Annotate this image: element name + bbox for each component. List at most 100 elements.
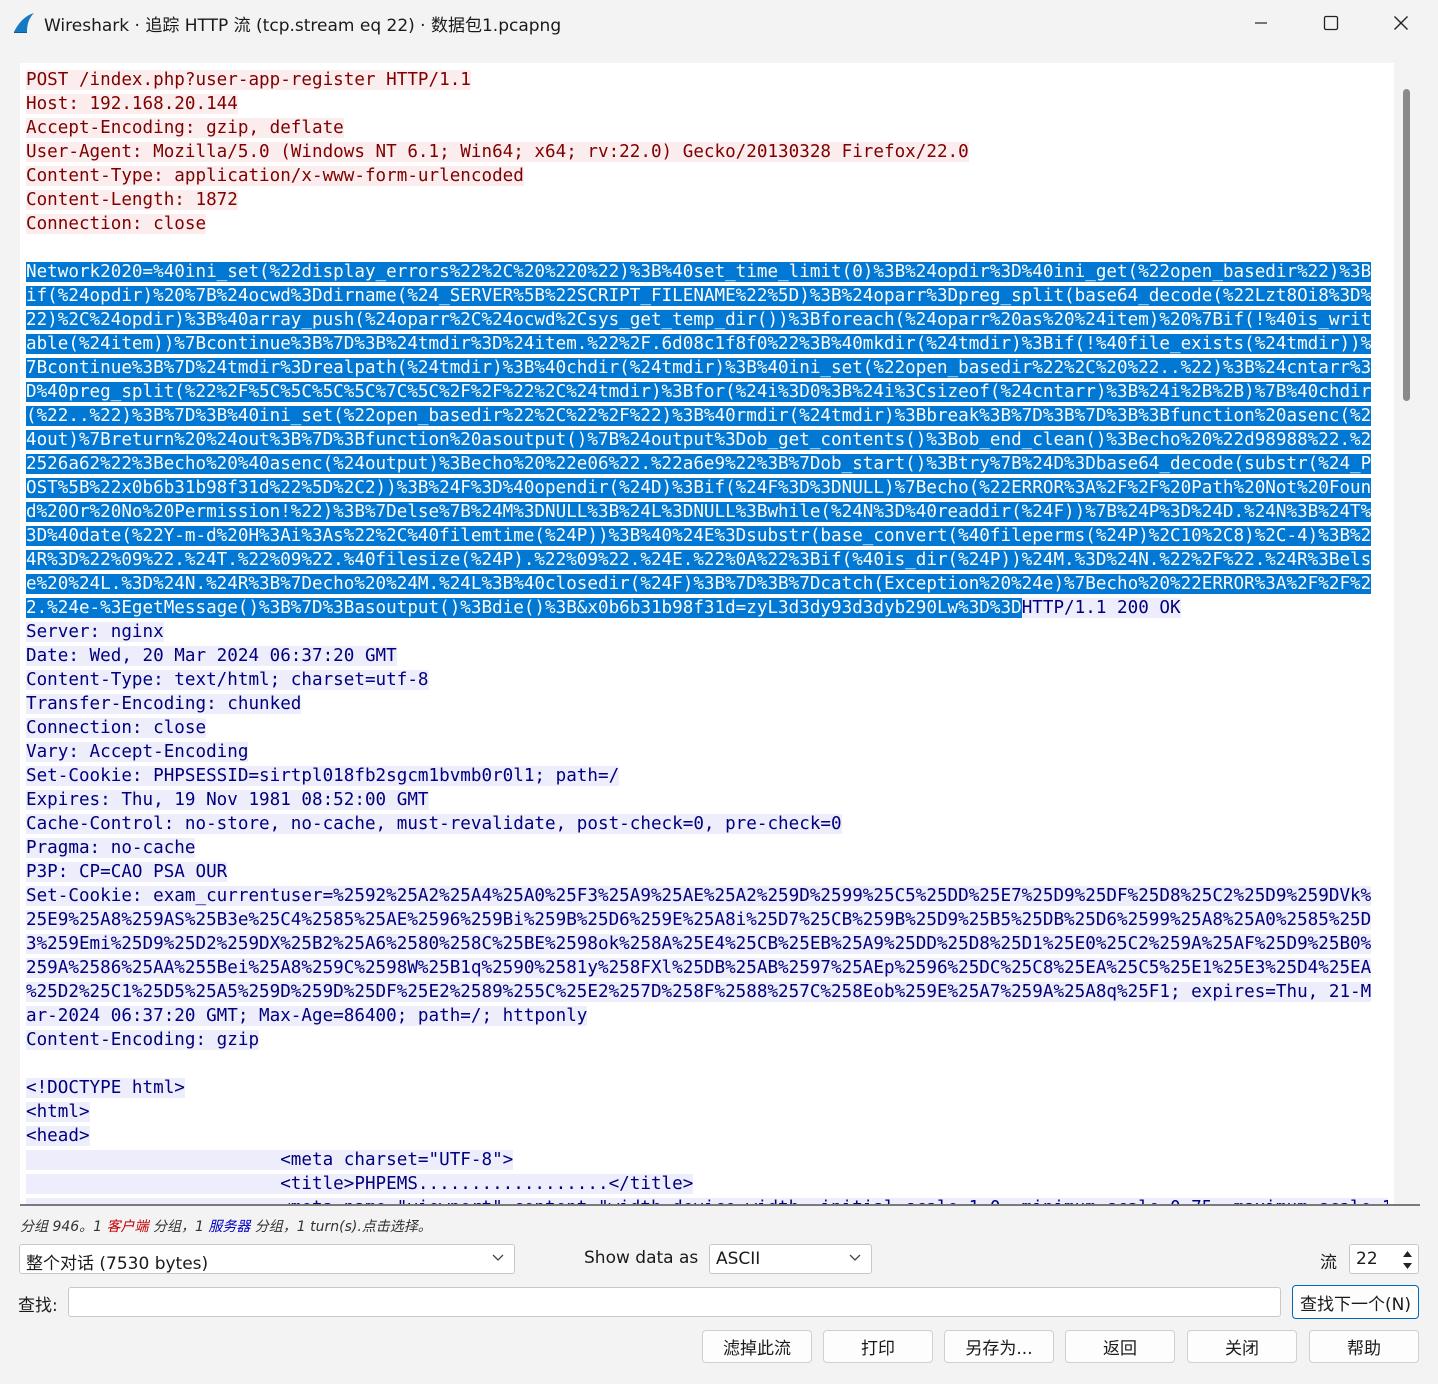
stream-line[interactable]: Set-Cookie: PHPSESSID=sirtpl018fb2sgcm1b… <box>26 764 1388 788</box>
stream-line[interactable]: ar-2024 06:37:20 GMT; Max-Age=86400; pat… <box>26 1004 1388 1028</box>
server-text[interactable]: Content-Encoding: gzip <box>26 1030 260 1050</box>
stream-line[interactable]: POST /index.php?user-app-register HTTP/1… <box>26 68 1388 92</box>
conversation-select[interactable]: 整个对话 (7530 bytes) <box>19 1244 515 1274</box>
help-button[interactable]: 帮助 <box>1309 1330 1419 1363</box>
server-text[interactable]: Transfer-Encoding: chunked <box>26 694 302 714</box>
server-text[interactable]: Set-Cookie: PHPSESSID=sirtpl018fb2sgcm1b… <box>26 766 620 786</box>
server-text[interactable]: HTTP/1.1 200 OK <box>1021 598 1181 618</box>
stream-line[interactable]: Vary: Accept-Encoding <box>26 740 1388 764</box>
data-format-select[interactable]: ASCII <box>709 1244 872 1274</box>
close-window-button[interactable] <box>1366 0 1436 46</box>
client-text[interactable]: Connection: close <box>26 214 207 234</box>
stream-line[interactable]: <html> <box>26 1100 1388 1124</box>
stream-line[interactable]: Content-Length: 1872 <box>26 188 1388 212</box>
stream-line[interactable]: 7Bcontinue%3B%7D%24tmdir%3Drealpath(%24t… <box>26 356 1388 380</box>
client-text[interactable]: User-Agent: Mozilla/5.0 (Windows NT 6.1;… <box>26 142 969 162</box>
stream-content-view[interactable]: POST /index.php?user-app-register HTTP/1… <box>20 63 1420 1205</box>
server-text[interactable]: <!DOCTYPE html> <box>26 1078 185 1098</box>
selected-text[interactable]: OST%5B%22x0b6b31b98f31d%22%5D%2C2))%3B%2… <box>26 478 1372 498</box>
stream-line[interactable]: <meta charset="UTF-8"> <box>26 1148 1388 1172</box>
filter-out-stream-button[interactable]: 滤掉此流 <box>702 1330 812 1363</box>
selected-text[interactable]: 4R%3D%22%09%22.%24T.%22%09%22.%40filesiz… <box>26 550 1372 570</box>
stream-line[interactable]: 3D%40date(%22Y-m-d%20H%3Ai%3As%22%2C%40f… <box>26 524 1388 548</box>
stream-line[interactable]: Connection: close <box>26 716 1388 740</box>
server-text[interactable]: Connection: close <box>26 718 207 738</box>
stream-line[interactable]: Accept-Encoding: gzip, deflate <box>26 116 1388 140</box>
stream-line[interactable]: <head> <box>26 1124 1388 1148</box>
server-text[interactable]: Set-Cookie: exam_currentuser=%2592%25A2%… <box>26 886 1372 906</box>
selected-text[interactable]: 3D%40date(%22Y-m-d%20H%3Ai%3As%22%2C%40f… <box>26 526 1372 546</box>
maximize-button[interactable] <box>1296 0 1366 46</box>
stream-line[interactable]: Content-Encoding: gzip <box>26 1028 1388 1052</box>
selected-text[interactable]: Network2020=%40ini_set(%22display_errors… <box>26 262 1372 282</box>
server-text[interactable]: <meta charset="UTF-8"> <box>26 1150 514 1170</box>
stream-line[interactable] <box>26 236 1388 260</box>
server-text[interactable]: ar-2024 06:37:20 GMT; Max-Age=86400; pat… <box>26 1006 588 1026</box>
stream-line[interactable]: Network2020=%40ini_set(%22display_errors… <box>26 260 1388 284</box>
stream-line[interactable]: (%22..%22)%3B%7D%3B%40ini_set(%22open_ba… <box>26 404 1388 428</box>
stream-line[interactable]: <!DOCTYPE html> <box>26 1076 1388 1100</box>
selected-text[interactable]: (%22..%22)%3B%7D%3B%40ini_set(%22open_ba… <box>26 406 1372 426</box>
stream-line[interactable]: Server: nginx <box>26 620 1388 644</box>
stream-line[interactable]: 22)%2C%24opdir)%3B%40array_push(%24oparr… <box>26 308 1388 332</box>
selected-text[interactable]: 7Bcontinue%3B%7D%24tmdir%3Drealpath(%24t… <box>26 358 1372 378</box>
selected-text[interactable]: 4out)%7Breturn%20%24out%3B%7D%3Bfunction… <box>26 430 1372 450</box>
selected-text[interactable]: D%40preg_split(%22%2F%5C%5C%5C%5C%7C%5C%… <box>26 382 1372 402</box>
stream-line[interactable]: 4R%3D%22%09%22.%24T.%22%09%22.%40filesiz… <box>26 548 1388 572</box>
stream-line[interactable]: Connection: close <box>26 212 1388 236</box>
server-text[interactable]: %25D2%25C1%25D5%25A5%259D%259D%25DF%25E2… <box>26 982 1372 1002</box>
status-client-label[interactable]: 客户端 <box>107 1219 149 1235</box>
stream-line[interactable]: Host: 192.168.20.144 <box>26 92 1388 116</box>
stream-line[interactable]: OST%5B%22x0b6b31b98f31d%22%5D%2C2))%3B%2… <box>26 476 1388 500</box>
stream-line[interactable]: Transfer-Encoding: chunked <box>26 692 1388 716</box>
server-text[interactable]: <head> <box>26 1126 90 1146</box>
spin-up-button[interactable] <box>1400 1248 1414 1259</box>
server-text[interactable]: Cache-Control: no-store, no-cache, must-… <box>26 814 842 834</box>
server-text[interactable]: 259A%2586%25AA%255Bei%25A8%259C%2598W%25… <box>26 958 1372 978</box>
selected-text[interactable]: if(%24opdir)%20%7B%24ocwd%3Ddirname(%24_… <box>26 286 1372 306</box>
minimize-button[interactable] <box>1226 0 1296 46</box>
stream-line[interactable]: %25D2%25C1%25D5%25A5%259D%259D%25DF%25E2… <box>26 980 1388 1004</box>
server-text[interactable]: Pragma: no-cache <box>26 838 196 858</box>
server-text[interactable]: P3P: CP=CAO PSA OUR <box>26 862 228 882</box>
server-text[interactable]: Date: Wed, 20 Mar 2024 06:37:20 GMT <box>26 646 397 666</box>
client-text[interactable]: Content-Type: application/x-www-form-url… <box>26 166 524 186</box>
server-text[interactable]: Expires: Thu, 19 Nov 1981 08:52:00 GMT <box>26 790 429 810</box>
stream-line[interactable]: Cache-Control: no-store, no-cache, must-… <box>26 812 1388 836</box>
find-next-button[interactable]: 查找下一个(N) <box>1292 1285 1419 1319</box>
stream-line[interactable]: Pragma: no-cache <box>26 836 1388 860</box>
client-text[interactable]: Accept-Encoding: gzip, deflate <box>26 118 344 138</box>
stream-line[interactable]: User-Agent: Mozilla/5.0 (Windows NT 6.1;… <box>26 140 1388 164</box>
server-text[interactable]: <title>PHPEMS..................</title> <box>26 1174 694 1194</box>
server-text[interactable]: Content-Type: text/html; charset=utf-8 <box>26 670 429 690</box>
client-text[interactable]: Host: 192.168.20.144 <box>26 94 238 114</box>
stream-line[interactable]: D%40preg_split(%22%2F%5C%5C%5C%5C%7C%5C%… <box>26 380 1388 404</box>
save-as-button[interactable]: 另存为... <box>944 1330 1054 1363</box>
vertical-scrollbar[interactable] <box>1394 63 1420 1205</box>
selected-text[interactable]: 2526a62%22%3Becho%20%40asenc(%24output)%… <box>26 454 1372 474</box>
stream-number-spinbox[interactable]: 22 <box>1349 1244 1419 1274</box>
stream-line[interactable]: Set-Cookie: exam_currentuser=%2592%25A2%… <box>26 884 1388 908</box>
selected-text[interactable]: 22)%2C%24opdir)%3B%40array_push(%24oparr… <box>26 310 1372 330</box>
server-text[interactable]: <html> <box>26 1102 90 1122</box>
selected-text[interactable]: 2.%24e-%3EgetMessage()%3B%7D%3Basoutput(… <box>26 598 1022 618</box>
close-button[interactable]: 关闭 <box>1187 1330 1297 1363</box>
find-input[interactable] <box>68 1287 1281 1317</box>
print-button[interactable]: 打印 <box>823 1330 933 1363</box>
stream-line[interactable]: 2526a62%22%3Becho%20%40asenc(%24output)%… <box>26 452 1388 476</box>
stream-line[interactable]: e%20%24L.%3D%24N.%24R%3B%7Decho%20%24M.%… <box>26 572 1388 596</box>
stream-line[interactable]: P3P: CP=CAO PSA OUR <box>26 860 1388 884</box>
server-text[interactable]: 25E9%25A8%259AS%25B3e%25C4%2585%25AE%259… <box>26 910 1372 930</box>
client-text[interactable]: Content-Length: 1872 <box>26 190 238 210</box>
stream-line[interactable]: able(%24item))%7Bcontinue%3B%7D%3B%24tmd… <box>26 332 1388 356</box>
stream-line[interactable]: 4out)%7Breturn%20%24out%3B%7D%3Bfunction… <box>26 428 1388 452</box>
stream-line[interactable]: Content-Type: text/html; charset=utf-8 <box>26 668 1388 692</box>
back-button[interactable]: 返回 <box>1065 1330 1175 1363</box>
stream-line[interactable]: 25E9%25A8%259AS%25B3e%25C4%2585%25AE%259… <box>26 908 1388 932</box>
stream-text[interactable]: POST /index.php?user-app-register HTTP/1… <box>26 68 1388 1205</box>
stream-line[interactable]: Expires: Thu, 19 Nov 1981 08:52:00 GMT <box>26 788 1388 812</box>
stream-line[interactable]: Content-Type: application/x-www-form-url… <box>26 164 1388 188</box>
stream-line[interactable]: 2.%24e-%3EgetMessage()%3B%7D%3Basoutput(… <box>26 596 1388 620</box>
stream-line[interactable]: 3%259Emi%25D9%25D2%259DX%25B2%25A6%2580%… <box>26 932 1388 956</box>
selected-text[interactable]: d%20Or%20No%20Permission!%22)%3B%7Delse%… <box>26 502 1372 522</box>
